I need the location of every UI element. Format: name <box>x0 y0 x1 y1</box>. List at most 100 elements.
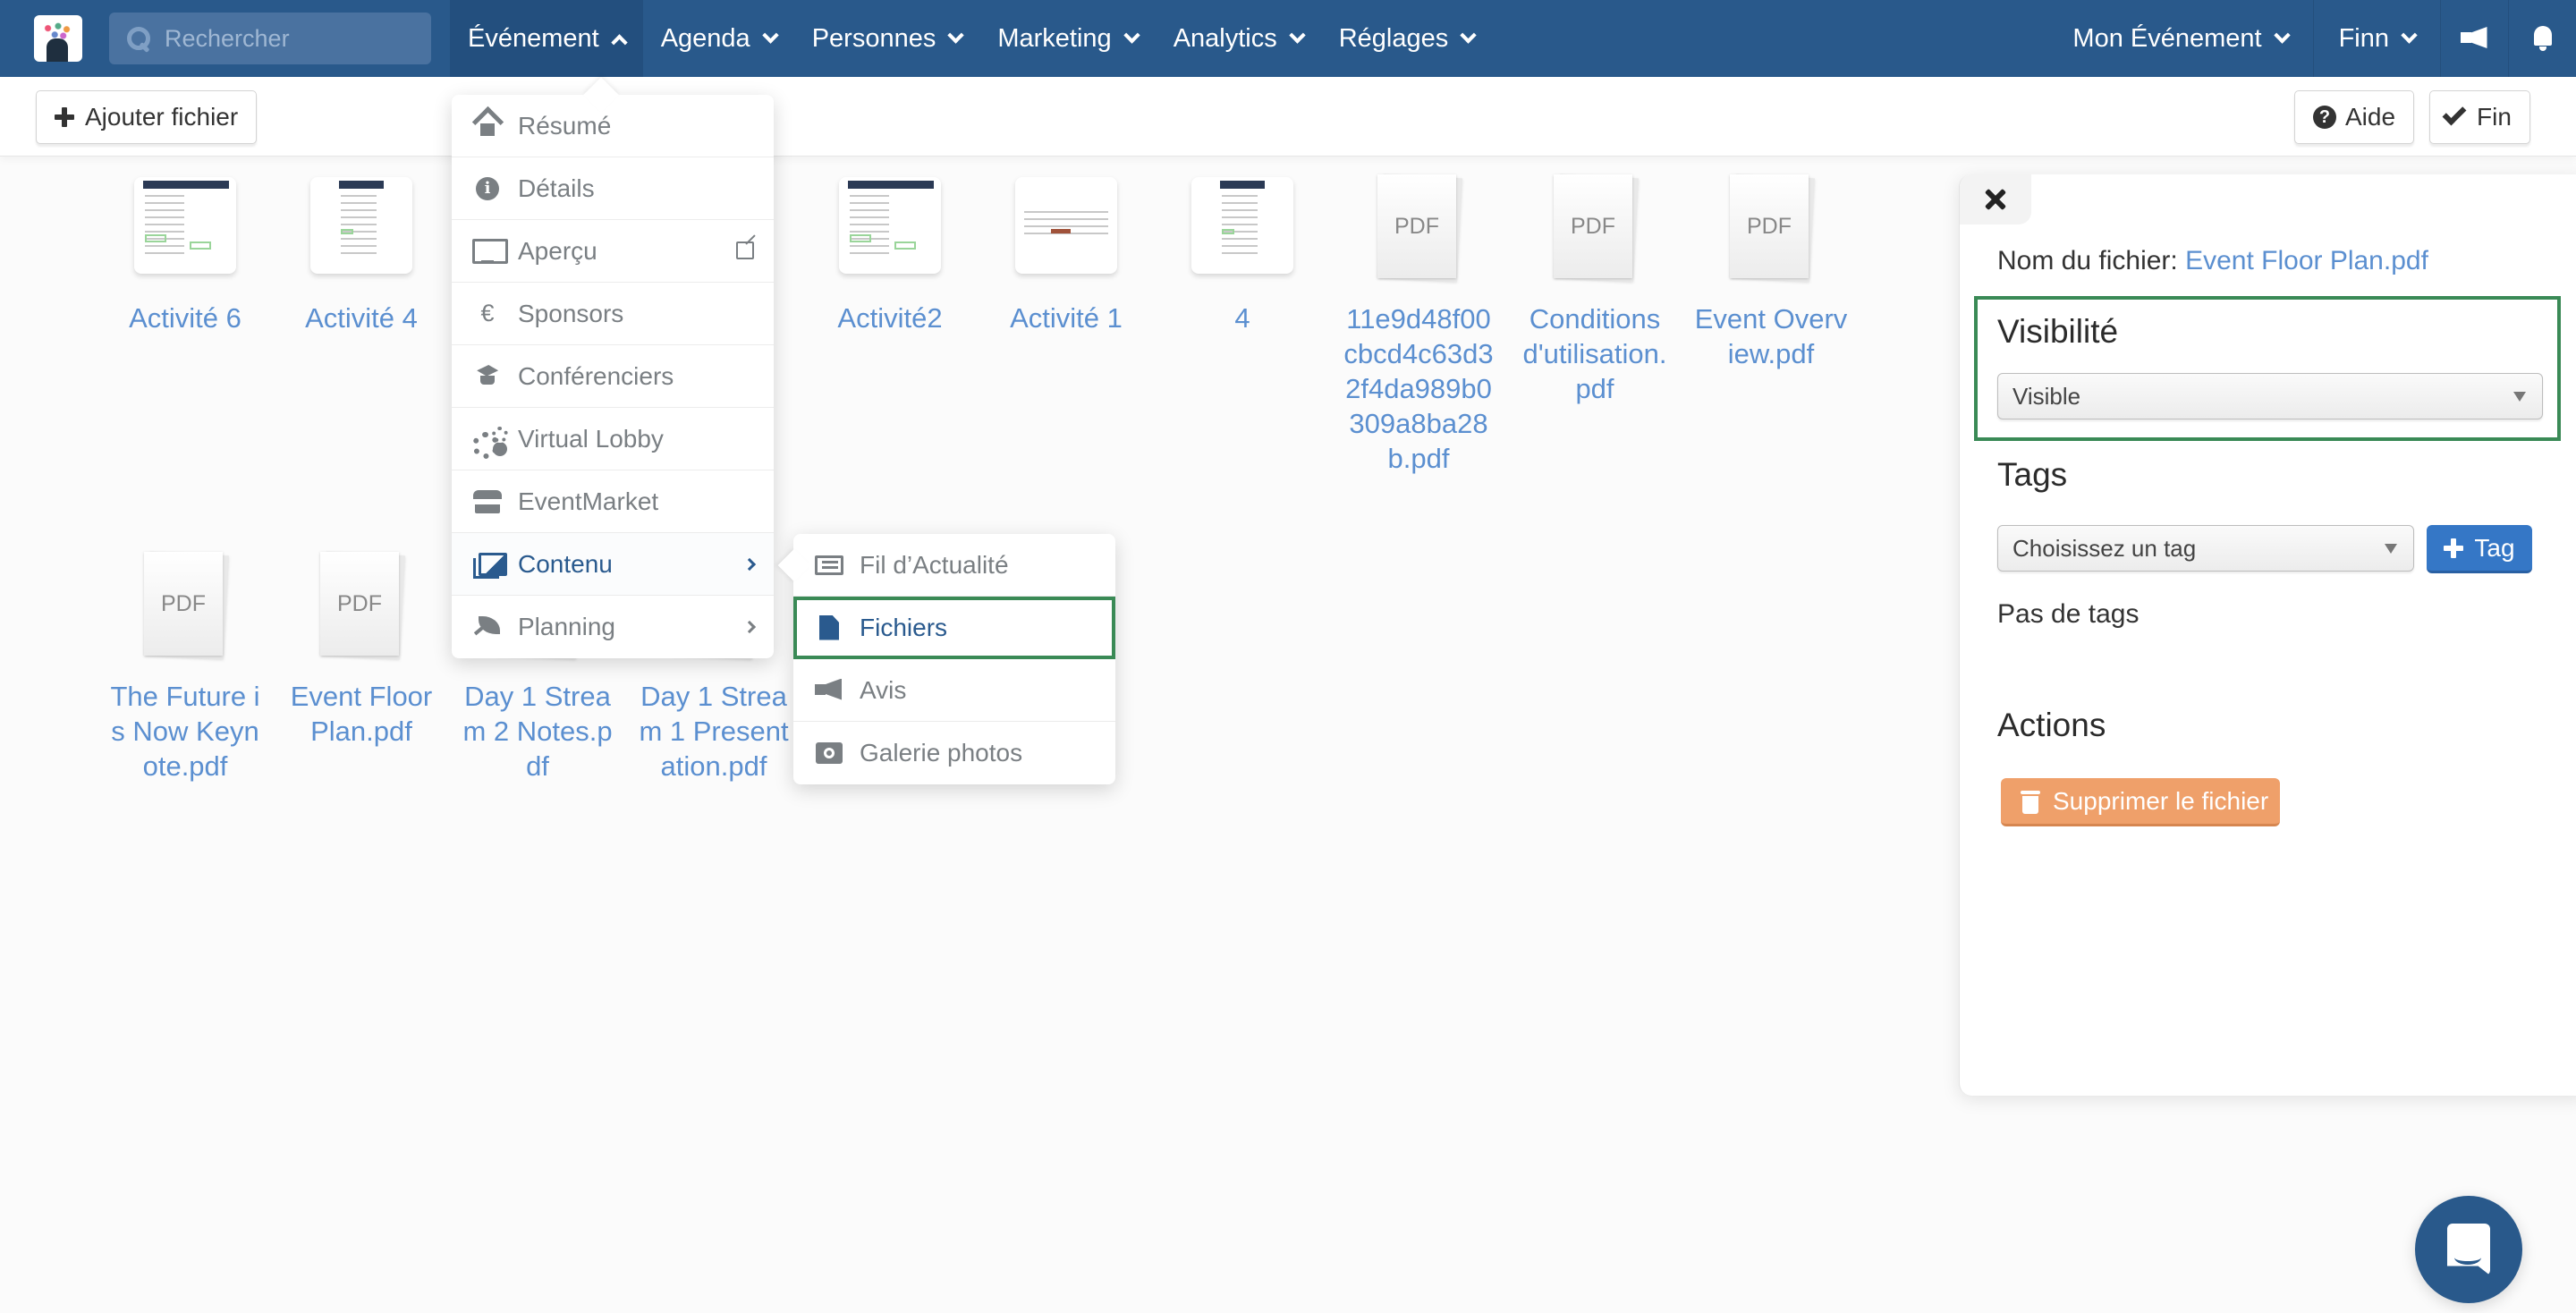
file-thumbnail <box>839 177 941 274</box>
tag-select-placeholder: Choisissez un tag <box>2012 534 2197 562</box>
menu-item-planning[interactable]: Planning <box>452 596 774 658</box>
dropdown-arrow-icon <box>2385 544 2397 554</box>
menu-item-details[interactable]: Détails <box>452 157 774 220</box>
pdf-file-icon: PDF <box>318 551 405 660</box>
plus-icon <box>55 107 74 127</box>
euro-icon: € <box>480 300 495 326</box>
file-item[interactable]: PDF Event Floor Plan.pdf <box>281 551 442 749</box>
file-icon <box>819 614 839 640</box>
evenement-dropdown-menu: Résumé Détails Aperçu € Sponsors Conféren… <box>452 77 774 658</box>
add-tag-label: Tag <box>2474 533 2515 562</box>
nav-right: Mon Événement Finn <box>2047 0 2576 77</box>
external-link-icon <box>736 241 754 259</box>
chevron-down-icon <box>947 26 965 44</box>
bell-icon <box>2531 26 2555 51</box>
delete-file-button[interactable]: Supprimer le fichier <box>2001 778 2280 826</box>
nav-reglages[interactable]: Réglages <box>1321 0 1493 77</box>
menu-item-label: Sponsors <box>518 299 624 327</box>
add-file-button[interactable]: Ajouter fichier <box>36 90 258 144</box>
file-item[interactable]: 4 <box>1162 177 1323 335</box>
menu-item-virtual-lobby[interactable]: Virtual Lobby <box>452 408 774 470</box>
newspaper-icon <box>815 555 843 575</box>
nav-label: Agenda <box>660 23 750 53</box>
chat-bubble-icon <box>2447 1224 2490 1275</box>
user-menu[interactable]: Finn <box>2312 0 2440 77</box>
menu-item-label: Planning <box>518 613 615 640</box>
nav-marketing[interactable]: Marketing <box>979 0 1155 77</box>
chevron-down-icon <box>1460 26 1477 44</box>
file-name-row: Nom du fichier: Event Floor Plan.pdf <box>1997 246 2428 276</box>
file-thumbnail <box>1191 177 1293 274</box>
delete-file-label: Supprimer le fichier <box>2053 786 2269 815</box>
file-details-panel: Nom du fichier: Event Floor Plan.pdf Vis… <box>1959 174 2576 1096</box>
file-name-link[interactable]: Event Floor Plan.pdf <box>2185 246 2428 275</box>
tag-select[interactable]: Choisissez un tag <box>1997 525 2414 572</box>
search-box[interactable] <box>109 13 431 64</box>
menu-item-conferenciers[interactable]: Conférenciers <box>452 345 774 408</box>
nav-personnes[interactable]: Personnes <box>794 0 980 77</box>
file-name: Conditions d'utilisation.pdf <box>1522 303 1667 404</box>
chevron-down-icon <box>1289 26 1306 44</box>
help-button[interactable]: ? Aide <box>2294 90 2415 144</box>
menu-item-sponsors[interactable]: € Sponsors <box>452 283 774 345</box>
main-menu: Événement Agenda Personnes Marketing Ana… <box>450 0 1492 77</box>
nav-analytics[interactable]: Analytics <box>1156 0 1321 77</box>
close-panel-button[interactable] <box>1960 174 2031 224</box>
user-name: Finn <box>2338 23 2389 53</box>
chat-launcher-button[interactable] <box>2415 1196 2522 1303</box>
file-name: Activité 1 <box>1010 302 1123 334</box>
store-icon <box>473 489 502 513</box>
megaphone-icon <box>2460 27 2489 50</box>
file-item[interactable]: PDF Conditions d'utilisation.pdf <box>1514 174 1675 406</box>
menu-item-eventmarket[interactable]: EventMarket <box>452 470 774 533</box>
no-tags-text: Pas de tags <box>1997 599 2140 629</box>
info-icon <box>476 176 499 200</box>
nav-label: Réglages <box>1338 23 1449 53</box>
file-item[interactable]: Activité 4 <box>281 177 442 335</box>
file-item[interactable]: Activité2 <box>809 177 970 335</box>
pdf-file-icon: PDF <box>142 551 229 660</box>
menu-item-label: Résumé <box>518 111 612 140</box>
notifications-button[interactable] <box>2508 0 2576 77</box>
menu-item-label: Détails <box>518 174 595 202</box>
submenu-item-galerie-photos[interactable]: Galerie photos <box>793 722 1115 784</box>
submenu-item-fichiers[interactable]: Fichiers <box>793 597 1115 659</box>
menu-item-apercu[interactable]: Aperçu <box>452 220 774 283</box>
file-item[interactable]: Activité 1 <box>986 177 1147 335</box>
visibility-select[interactable]: Visible <box>1997 373 2543 419</box>
search-input[interactable] <box>165 24 415 53</box>
check-icon <box>2442 101 2467 126</box>
tags-heading: Tags <box>1997 456 2068 493</box>
add-tag-button[interactable]: Tag <box>2427 525 2532 573</box>
nav-agenda[interactable]: Agenda <box>643 0 794 77</box>
file-name: Activité 4 <box>305 302 418 334</box>
menu-item-label: Avis <box>860 675 907 704</box>
chevron-up-icon <box>611 33 628 51</box>
menu-item-contenu[interactable]: Contenu <box>452 533 774 596</box>
visibility-heading: Visibilité <box>1997 313 2119 350</box>
done-button[interactable]: Fin <box>2429 90 2530 144</box>
menu-item-resume[interactable]: Résumé <box>452 95 774 157</box>
file-name: The Future is Now Keynote.pdf <box>110 681 260 782</box>
search-icon <box>125 25 152 52</box>
add-file-label: Ajouter fichier <box>85 103 239 131</box>
file-name: 11e9d48f00cbcd4c63d32f4da989b0309a8ba28b… <box>1343 303 1494 474</box>
event-selector[interactable]: Mon Événement <box>2047 0 2312 77</box>
gears-icon <box>472 426 508 459</box>
nav-label: Personnes <box>811 23 936 53</box>
leaf-icon <box>473 614 502 640</box>
announcements-button[interactable] <box>2440 0 2508 77</box>
submenu-item-avis[interactable]: Avis <box>793 659 1115 722</box>
event-selector-label: Mon Événement <box>2072 23 2262 53</box>
nav-evenement[interactable]: Événement <box>450 0 643 77</box>
file-item[interactable]: PDF 11e9d48f00cbcd4c63d32f4da989b0309a8b… <box>1338 174 1499 476</box>
question-circle-icon: ? <box>2313 106 2336 129</box>
app-logo[interactable] <box>34 15 82 62</box>
file-item[interactable]: Activité 6 <box>105 177 266 335</box>
submenu-item-fil-actualite[interactable]: Fil d’Actualité <box>793 534 1115 597</box>
menu-item-label: Conférenciers <box>518 361 674 390</box>
megaphone-icon <box>815 679 843 702</box>
nav-label: Marketing <box>997 23 1112 53</box>
file-item[interactable]: PDF Event Overview.pdf <box>1690 174 1852 371</box>
file-item[interactable]: PDF The Future is Now Keynote.pdf <box>105 551 266 784</box>
